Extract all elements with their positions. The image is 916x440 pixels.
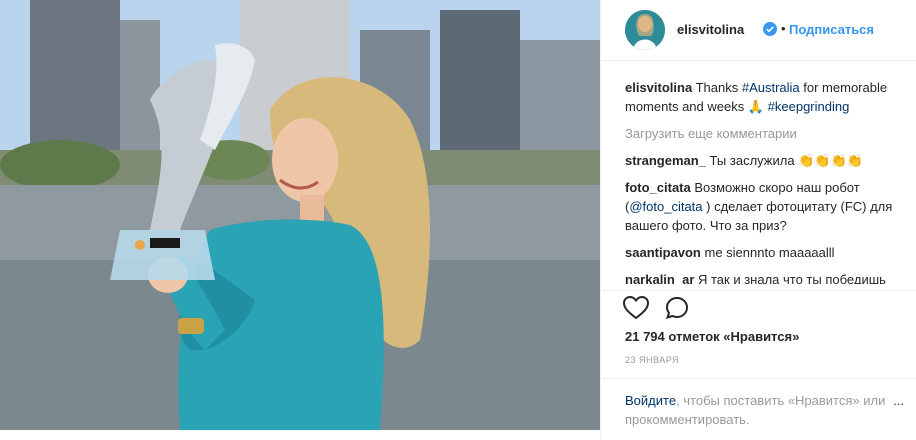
post-date: 23 ЯНВАРЯ xyxy=(625,355,680,365)
comment-author[interactable]: foto_citata xyxy=(625,180,691,195)
login-link[interactable]: Войдите xyxy=(625,393,676,408)
login-prompt: Войдите, чтобы поставить «Нравится» или … xyxy=(601,378,916,440)
load-more-comments-button[interactable]: Загрузить еще комментарии xyxy=(625,124,905,143)
comment-item: saantipavon me siennnto maaaaalll xyxy=(625,243,905,262)
more-options-button[interactable]: ... xyxy=(893,393,904,408)
comment-author[interactable]: saantipavon xyxy=(625,245,701,260)
comments-list: elisvitolina Thanks #Australia for memor… xyxy=(625,78,905,284)
comment-text: Я так и знала что ты победишь xyxy=(698,272,886,284)
caption-text-before: Thanks xyxy=(695,80,742,95)
verified-badge-icon xyxy=(763,22,777,36)
comment-icon[interactable] xyxy=(665,296,689,320)
comment-text: Ты заслужила 👏👏👏👏 xyxy=(709,153,863,168)
hashtag-link[interactable]: #Australia xyxy=(742,80,800,95)
post-photo[interactable] xyxy=(0,0,600,430)
post-sidebar: elisvitolina • Подписаться elisvitolina … xyxy=(600,0,916,440)
mention-link[interactable]: @foto_citata xyxy=(629,199,702,214)
actions-divider xyxy=(601,290,916,292)
comment-item: narkalin_ar Я так и знала что ты победиш… xyxy=(625,270,905,284)
comment-author[interactable]: strangeman_ xyxy=(625,153,706,168)
username-link[interactable]: elisvitolina xyxy=(677,22,744,37)
avatar[interactable] xyxy=(625,10,665,50)
comment-author[interactable]: narkalin_ar xyxy=(625,272,694,284)
likes-count[interactable]: 21 794 отметок «Нравится» xyxy=(625,329,799,344)
separator-dot: • xyxy=(781,21,786,36)
hashtag-link[interactable]: #keepgrinding xyxy=(768,99,850,114)
comment-text: me siennnto maaaaalll xyxy=(704,245,835,260)
caption-author[interactable]: elisvitolina xyxy=(625,80,692,95)
post-header: elisvitolina • Подписаться xyxy=(601,0,916,61)
comment-item: strangeman_ Ты заслужила 👏👏👏👏 xyxy=(625,151,905,170)
follow-button[interactable]: Подписаться xyxy=(789,22,874,37)
heart-icon[interactable] xyxy=(623,296,649,320)
comment-item: foto_citata Возможно скоро наш робот (@f… xyxy=(625,178,905,235)
avatar-image xyxy=(625,10,665,50)
photo-scene xyxy=(0,0,600,430)
caption: elisvitolina Thanks #Australia for memor… xyxy=(625,78,905,116)
